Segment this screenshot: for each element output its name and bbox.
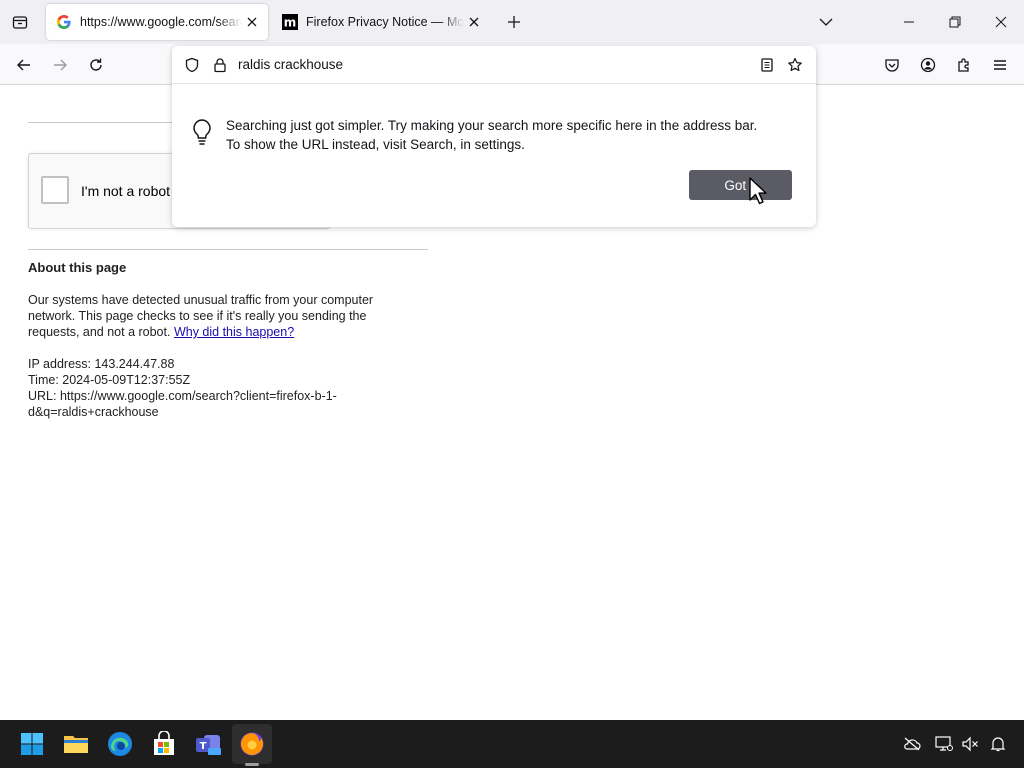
new-tab-icon[interactable] <box>504 12 524 32</box>
file-explorer-icon[interactable] <box>60 728 92 760</box>
request-url: URL: https://www.google.com/search?clien… <box>28 389 337 419</box>
forward-icon[interactable] <box>46 51 74 79</box>
tracking-protection-shield-icon[interactable] <box>182 55 202 75</box>
address-bar[interactable]: raldis crackhouse <box>172 46 816 84</box>
menu-hamburger-icon[interactable] <box>986 51 1014 79</box>
back-icon[interactable] <box>10 51 38 79</box>
unusual-traffic-paragraph: Our systems have detected unusual traffi… <box>28 292 408 340</box>
tab-firefox-privacy[interactable]: m Firefox Privacy Notice — Mozilla <box>272 4 490 40</box>
mouse-cursor-icon <box>748 176 768 213</box>
list-all-tabs-chevron-icon[interactable] <box>816 12 836 32</box>
windows-taskbar: T <box>0 720 1024 768</box>
address-bar-tip-text: Searching just got simpler. Try making y… <box>226 116 786 154</box>
firefox-icon[interactable] <box>236 728 268 760</box>
account-icon[interactable] <box>914 51 942 79</box>
minimize-icon[interactable] <box>894 8 924 36</box>
running-app-indicator <box>245 763 259 766</box>
tip-line-2: To show the URL instead, visit Search, i… <box>226 137 525 152</box>
restore-icon[interactable] <box>940 8 970 36</box>
reader-view-icon[interactable] <box>757 55 777 75</box>
pocket-icon[interactable] <box>878 51 906 79</box>
tab-google-search[interactable]: https://www.google.com/search?client=fir… <box>46 4 268 40</box>
extensions-icon[interactable] <box>950 51 978 79</box>
ip-address: IP address: 143.244.47.88 <box>28 357 175 371</box>
volume-muted-icon[interactable] <box>960 734 980 754</box>
divider <box>28 249 428 250</box>
close-tab-icon[interactable] <box>464 12 484 32</box>
mozilla-m-icon: m <box>282 14 298 30</box>
address-bar-input[interactable]: raldis crackhouse <box>238 57 343 72</box>
close-window-icon[interactable] <box>986 8 1016 36</box>
timestamp: Time: 2024-05-09T12:37:55Z <box>28 373 191 387</box>
bookmark-star-icon[interactable] <box>785 55 805 75</box>
svg-text:m: m <box>284 16 297 30</box>
microsoft-store-icon[interactable] <box>148 728 180 760</box>
tab-list-icon[interactable] <box>8 10 32 34</box>
recaptcha-label: I'm not a robot <box>81 183 171 199</box>
google-g-icon <box>56 14 72 30</box>
teams-icon[interactable]: T <box>192 728 224 760</box>
windows-start-icon[interactable] <box>16 728 48 760</box>
got-it-button[interactable]: Got it <box>689 170 792 200</box>
tab-title: https://www.google.com/search?client=fir… <box>80 15 242 29</box>
request-info: IP address: 143.244.47.88 Time: 2024-05-… <box>28 356 408 420</box>
onedrive-offline-icon[interactable] <box>902 734 922 754</box>
divider <box>28 122 178 123</box>
notifications-icon[interactable] <box>988 734 1008 754</box>
lightbulb-icon <box>190 118 214 146</box>
tab-title: Firefox Privacy Notice — Mozilla <box>306 15 464 29</box>
tip-line-1: Searching just got simpler. Try making y… <box>226 118 758 133</box>
reload-icon[interactable] <box>82 51 110 79</box>
close-tab-icon[interactable] <box>242 12 262 32</box>
edge-browser-icon[interactable] <box>104 728 136 760</box>
svg-text:T: T <box>200 741 207 752</box>
why-did-this-happen-link[interactable]: Why did this happen? <box>174 325 294 339</box>
recaptcha-checkbox[interactable] <box>41 176 69 204</box>
tab-strip: https://www.google.com/search?client=fir… <box>0 0 1024 44</box>
lock-icon[interactable] <box>210 55 230 75</box>
network-icon[interactable] <box>934 734 954 754</box>
address-bar-popup: raldis crackhouse Searching just got sim… <box>172 46 816 227</box>
about-title: About this page <box>28 260 127 275</box>
